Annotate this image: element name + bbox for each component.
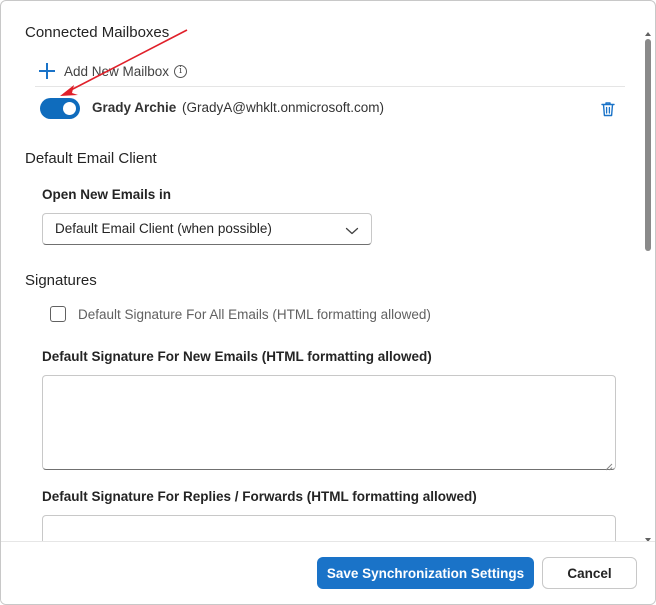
plus-icon — [39, 63, 55, 79]
replies-signature-label: Default Signature For Replies / Forwards… — [42, 489, 477, 504]
vertical-scrollbar[interactable] — [642, 23, 654, 542]
replies-signature-textarea[interactable] — [42, 515, 616, 541]
mailbox-name: Grady Archie — [92, 100, 177, 115]
new-emails-signature-label: Default Signature For New Emails (HTML f… — [42, 349, 432, 364]
mailbox-enabled-toggle[interactable] — [40, 98, 80, 119]
trash-icon[interactable] — [599, 100, 617, 118]
divider — [35, 86, 625, 87]
mailbox-email: (GradyA@whklt.onmicrosoft.com) — [182, 100, 384, 115]
info-icon[interactable]: i — [174, 64, 188, 78]
scrollbar-thumb[interactable] — [645, 39, 651, 251]
signatures-heading: Signatures — [25, 272, 97, 289]
chevron-down-icon — [345, 223, 359, 235]
dialog-footer: Save Synchronization Settings Cancel — [1, 541, 655, 604]
default-email-client-heading: Default Email Client — [25, 150, 157, 167]
connected-mailboxes-heading: Connected Mailboxes — [25, 24, 170, 41]
email-client-selected-value: Default Email Client (when possible) — [55, 221, 272, 236]
scroll-down-arrow-icon[interactable] — [644, 531, 652, 542]
resize-grip-icon[interactable] — [605, 458, 613, 471]
default-signature-all-label: Default Signature For All Emails (HTML f… — [78, 307, 431, 322]
new-emails-signature-textarea[interactable] — [42, 375, 616, 470]
email-client-select[interactable]: Default Email Client (when possible) — [42, 213, 372, 245]
open-new-emails-label: Open New Emails in — [42, 187, 172, 202]
mailbox-settings-dialog: Connected Mailboxes Add New Mailbox i Gr… — [0, 0, 656, 605]
cancel-button[interactable]: Cancel — [542, 557, 637, 589]
add-new-mailbox-button[interactable]: Add New Mailbox i — [39, 61, 188, 81]
settings-content: Connected Mailboxes Add New Mailbox i Gr… — [1, 1, 641, 541]
add-new-mailbox-label: Add New Mailbox — [64, 63, 170, 79]
scroll-up-arrow-icon[interactable] — [644, 25, 652, 36]
default-signature-all-checkbox[interactable] — [50, 306, 66, 322]
save-synchronization-settings-button[interactable]: Save Synchronization Settings — [317, 557, 534, 589]
toggle-knob — [63, 102, 76, 115]
